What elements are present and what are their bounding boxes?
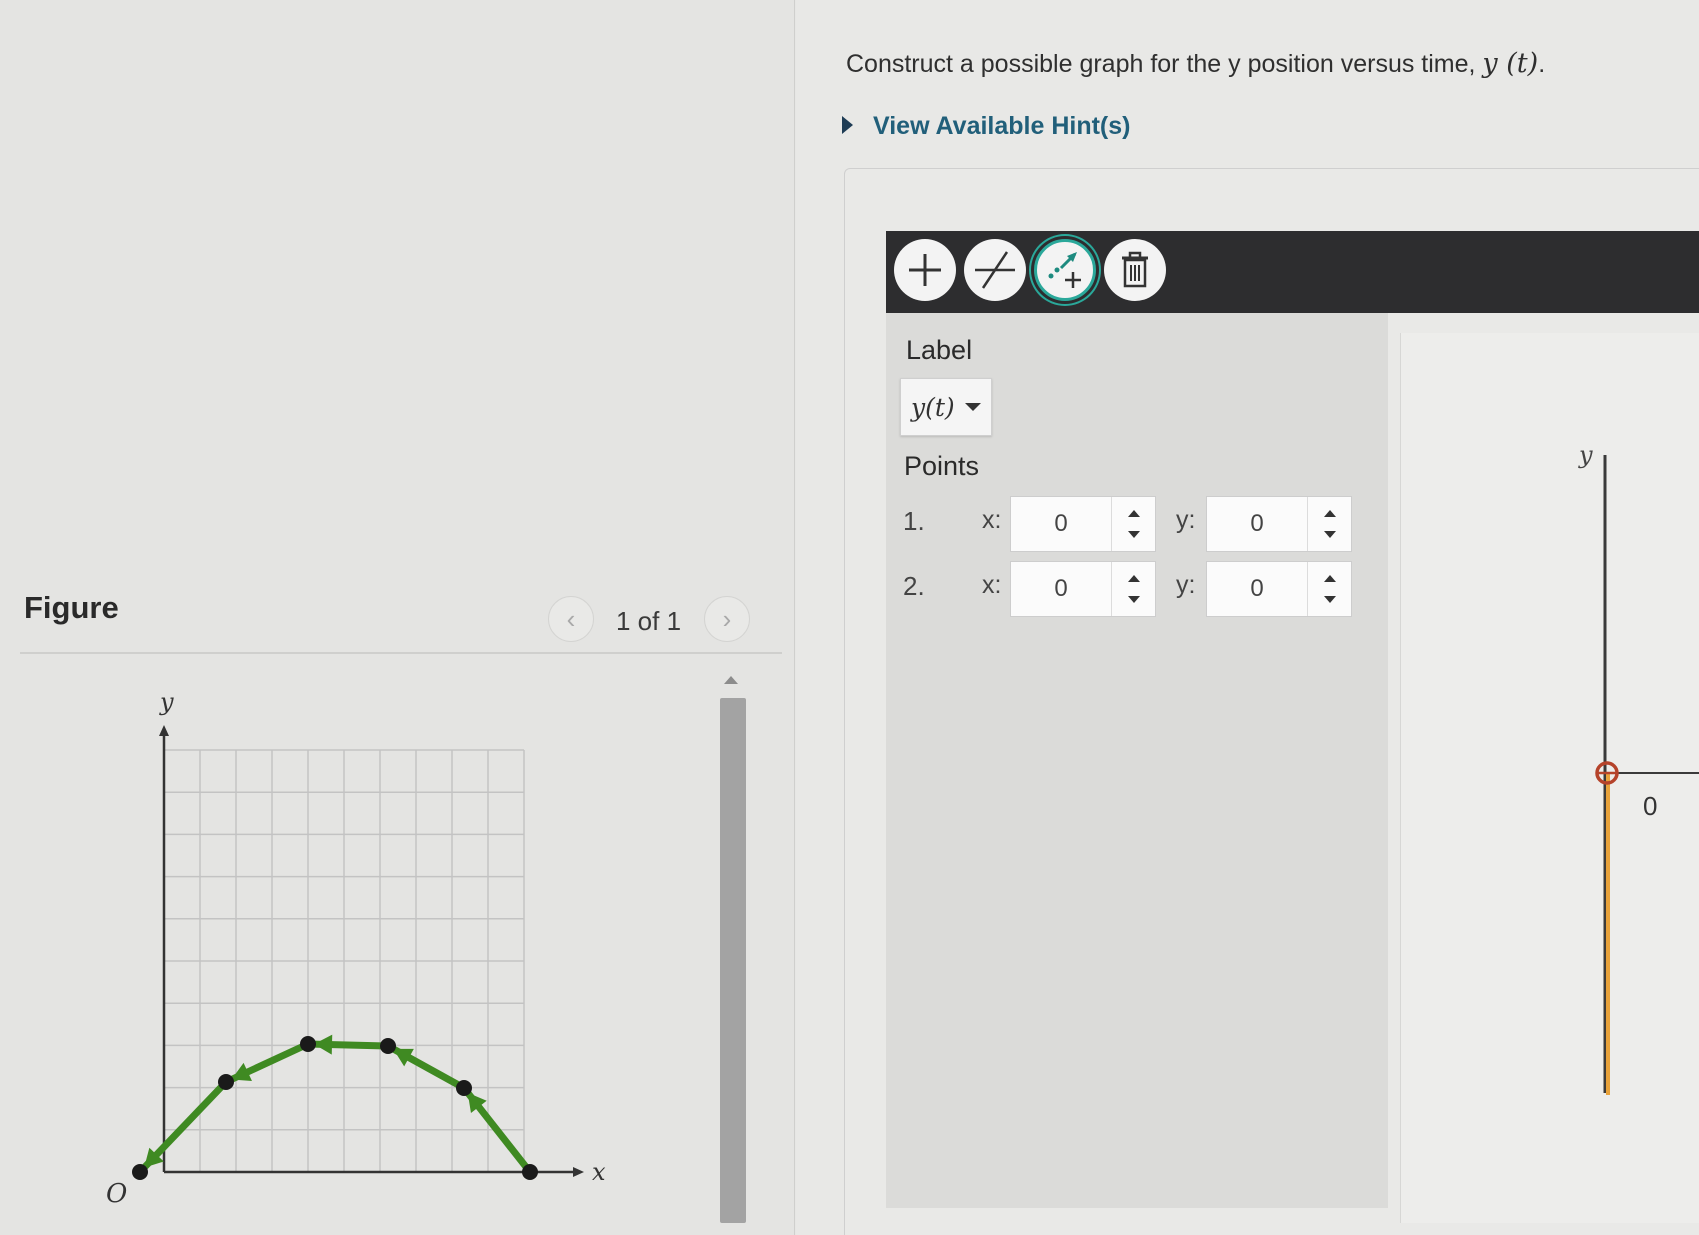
- step-down-icon[interactable]: [1127, 596, 1140, 603]
- vector-tool-button[interactable]: [1034, 239, 1096, 301]
- figure-velocity-vectors: [137, 1034, 533, 1175]
- point-1-y-stepper[interactable]: [1307, 497, 1351, 551]
- step-up-icon[interactable]: [1323, 575, 1336, 582]
- figure-grid: [163, 749, 525, 1173]
- properties-panel: Label y(t) Points 1. x: 0 y: 0 2. x: 0 y…: [886, 313, 1388, 1208]
- step-down-icon[interactable]: [1323, 531, 1336, 538]
- previous-figure-button[interactable]: ‹: [548, 596, 594, 642]
- caret-down-icon: [964, 403, 981, 411]
- point-y-label: y:: [1176, 506, 1196, 534]
- step-down-icon[interactable]: [1323, 596, 1336, 603]
- add-point-button[interactable]: [894, 239, 956, 301]
- point-1-x-stepper[interactable]: [1111, 497, 1155, 551]
- line-tool-button[interactable]: [964, 239, 1026, 301]
- step-up-icon[interactable]: [1127, 510, 1140, 517]
- point-1-y-input[interactable]: 0: [1206, 496, 1352, 552]
- point-row: 1. x: 0 y: 0: [886, 496, 1388, 552]
- label-select[interactable]: y(t): [900, 378, 992, 436]
- vector-tool-icon: [1048, 252, 1081, 288]
- graph-canvas[interactable]: y 0: [1400, 333, 1699, 1223]
- point-2-y-value: 0: [1250, 575, 1264, 602]
- view-hints-link[interactable]: View Available Hint(s): [842, 112, 1130, 141]
- prompt-math: y (t): [1482, 48, 1539, 79]
- drawing-toolbar: [886, 231, 1699, 313]
- figure-graph: y x O: [106, 688, 606, 1209]
- point-x-label: x:: [982, 506, 1002, 534]
- view-hints-label: View Available Hint(s): [873, 112, 1131, 140]
- caret-right-icon: [842, 116, 853, 135]
- figure-divider: [20, 652, 782, 654]
- next-figure-button[interactable]: ›: [704, 596, 750, 642]
- figure-pane: Figure ‹ 1 of 1 › y x O: [0, 0, 795, 1235]
- position-dot: [522, 1164, 538, 1180]
- velocity-arrowhead-icon: [313, 1034, 333, 1055]
- add-point-icon: [909, 254, 941, 286]
- x-axis-arrow-icon: [573, 1167, 584, 1177]
- chevron-left-icon: ‹: [566, 604, 576, 634]
- delete-button[interactable]: [1104, 239, 1166, 301]
- label-select-value: y(t): [911, 392, 955, 422]
- problem-pane: Construct a possible graph for the y pos…: [796, 0, 1699, 1235]
- position-dot: [456, 1080, 472, 1096]
- figure-origin-label: O: [106, 1179, 127, 1209]
- step-up-icon[interactable]: [1127, 575, 1140, 582]
- position-dot: [300, 1036, 316, 1052]
- point-x-label: x:: [982, 571, 1002, 599]
- point-row: 2. x: 0 y: 0: [886, 561, 1388, 617]
- canvas-y-axis-label: y: [1578, 441, 1593, 469]
- position-dot: [132, 1164, 148, 1180]
- point-2-y-input[interactable]: 0: [1206, 561, 1352, 617]
- question-prompt: Construct a possible graph for the y pos…: [846, 48, 1545, 79]
- chevron-right-icon: ›: [722, 604, 732, 634]
- step-down-icon[interactable]: [1127, 531, 1140, 538]
- point-2-x-stepper[interactable]: [1111, 562, 1155, 616]
- y-axis-arrow-icon: [159, 725, 169, 736]
- prompt-text: Construct a possible graph for the y pos…: [846, 50, 1476, 78]
- point-2-y-stepper[interactable]: [1307, 562, 1351, 616]
- prompt-period: .: [1538, 50, 1546, 78]
- point-2-x-input[interactable]: 0: [1010, 561, 1156, 617]
- label-heading: Label: [906, 335, 973, 365]
- scroll-up-icon[interactable]: [724, 676, 738, 684]
- point-index: 1.: [903, 506, 925, 536]
- page-indicator: 1 of 1: [616, 606, 682, 636]
- trash-icon: [1122, 251, 1148, 288]
- points-heading: Points: [904, 451, 980, 481]
- step-up-icon[interactable]: [1323, 510, 1336, 517]
- graph-canvas-svg[interactable]: y 0: [1401, 333, 1699, 1223]
- point-y-label: y:: [1176, 571, 1196, 599]
- position-dot: [218, 1074, 234, 1090]
- scrollbar-thumb[interactable]: [720, 698, 746, 1223]
- figure-y-axis-label: y: [159, 688, 174, 716]
- point-1-y-value: 0: [1250, 510, 1264, 537]
- position-dot: [380, 1038, 396, 1054]
- point-index: 2.: [903, 571, 925, 601]
- point-1-x-value: 0: [1054, 510, 1068, 537]
- figure-title: Figure: [24, 590, 119, 625]
- line-tool-icon: [975, 251, 1015, 289]
- point-2-x-value: 0: [1054, 575, 1068, 602]
- figure-x-axis-label: x: [592, 1158, 606, 1186]
- point-1-x-input[interactable]: 0: [1010, 496, 1156, 552]
- canvas-zero-label: 0: [1643, 791, 1657, 821]
